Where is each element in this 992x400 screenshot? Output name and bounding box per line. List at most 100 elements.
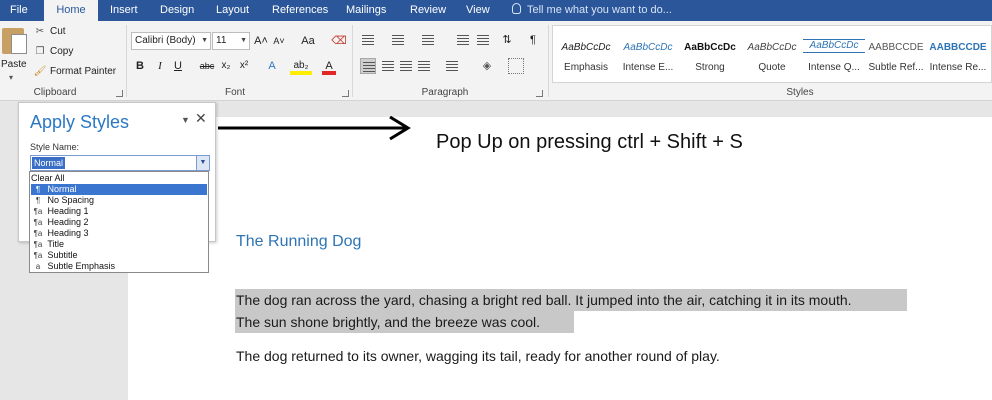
tab-design[interactable]: Design xyxy=(160,0,194,21)
dropdown-item-clear-all[interactable]: Clear All xyxy=(31,173,207,184)
copy-icon: ❐ xyxy=(35,46,45,57)
numbering-icon[interactable] xyxy=(390,32,406,48)
pane-title: Apply Styles xyxy=(30,112,130,132)
italic-button[interactable]: I xyxy=(153,57,167,75)
chevron-down-icon[interactable]: ▼ xyxy=(181,115,190,125)
close-icon[interactable]: ✕ xyxy=(195,110,207,127)
style-item-intense-quote[interactable]: AaBbCcDc Intense Q... xyxy=(803,28,865,82)
style-preview: AaBbCcDc xyxy=(803,39,865,53)
style-item-subtle-reference[interactable]: AABBCCDE Subtle Ref... xyxy=(865,28,927,82)
dropdown-item-heading-1[interactable]: ¶a Heading 1 xyxy=(31,206,207,217)
justify-icon[interactable] xyxy=(416,58,432,74)
style-name: Subtle Ref... xyxy=(868,62,924,73)
dropdown-item-label: Subtitle xyxy=(47,250,78,260)
chevron-down-icon: ▼ xyxy=(240,37,247,44)
dropdown-item-label: Heading 3 xyxy=(47,228,89,238)
dropdown-item-label: Heading 1 xyxy=(47,206,89,216)
tab-insert[interactable]: Insert xyxy=(110,0,138,21)
style-item-intense-emphasis[interactable]: AaBbCcDc Intense E... xyxy=(617,28,679,82)
strikethrough-button[interactable]: abc xyxy=(198,57,216,75)
shrink-font-button[interactable]: A˅ xyxy=(272,32,286,50)
subscript-button[interactable]: x₂ xyxy=(219,57,233,75)
show-marks-button[interactable]: ¶ xyxy=(526,31,540,49)
linked-style-icon: ¶a xyxy=(33,251,43,260)
divider xyxy=(352,25,353,97)
tab-references[interactable]: References xyxy=(272,0,328,21)
font-name-combo[interactable]: Calibri (Body) ▼ xyxy=(131,32,211,50)
font-size-value: 11 xyxy=(216,35,227,46)
text-effects-button[interactable]: A xyxy=(265,57,279,75)
style-item-strong[interactable]: AaBbCcDc Strong xyxy=(679,28,741,82)
paragraph-launcher-icon[interactable] xyxy=(536,90,543,97)
font-launcher-icon[interactable] xyxy=(342,90,349,97)
lightbulb-icon xyxy=(512,3,521,14)
sort-icon[interactable]: ⇅ xyxy=(500,31,514,49)
borders-icon[interactable] xyxy=(508,58,524,74)
superscript-button[interactable]: x² xyxy=(237,57,251,75)
grow-font-button[interactable]: A˄ xyxy=(254,32,268,50)
style-name: Emphasis xyxy=(564,62,608,73)
styles-group-label: Styles xyxy=(786,87,814,98)
style-name: Strong xyxy=(695,62,725,73)
tell-me-search[interactable]: Tell me what you want to do... xyxy=(512,0,672,21)
tab-view[interactable]: View xyxy=(466,0,490,21)
align-right-icon[interactable] xyxy=(398,58,414,74)
divider xyxy=(548,25,549,97)
underline-button[interactable]: U xyxy=(171,57,185,75)
style-item-quote[interactable]: AaBbCcDc Quote xyxy=(741,28,803,82)
dropdown-item-subtle-emphasis[interactable]: a Subtle Emphasis xyxy=(31,261,207,272)
paragraph-line: The sun shone brightly, and the breeze w… xyxy=(236,314,541,330)
style-name-input[interactable]: Normal ▼ xyxy=(30,155,210,171)
style-preview: AaBbCcDc xyxy=(747,42,797,53)
tab-mailings[interactable]: Mailings xyxy=(346,0,386,21)
clear-formatting-icon[interactable]: ⌫ xyxy=(330,32,348,50)
decrease-indent-icon[interactable] xyxy=(455,32,471,48)
font-group-label: Font xyxy=(224,87,245,98)
chevron-down-icon: ▼ xyxy=(201,37,208,44)
font-size-combo[interactable]: 11 ▼ xyxy=(212,32,250,50)
format-painter-button[interactable]: 🖌 Format Painter xyxy=(33,64,117,80)
dropdown-item-subtitle[interactable]: ¶a Subtitle xyxy=(31,250,207,261)
dropdown-item-heading-3[interactable]: ¶a Heading 3 xyxy=(31,228,207,239)
paste-button[interactable]: Paste ▾ xyxy=(0,23,27,83)
tab-file[interactable]: File xyxy=(10,0,28,21)
dropdown-item-no-spacing[interactable]: ¶ No Spacing xyxy=(31,195,207,206)
bold-button[interactable]: B xyxy=(133,57,147,75)
dropdown-item-label: Clear All xyxy=(31,173,65,183)
shading-icon[interactable]: ◈ xyxy=(478,57,496,75)
copy-button[interactable]: ❐ Copy xyxy=(33,44,74,60)
dropdown-item-label: No Spacing xyxy=(47,195,95,205)
paragraph-line: The dog ran across the yard, chasing a b… xyxy=(236,292,852,308)
paintbrush-icon: 🖌 xyxy=(33,66,47,77)
scissors-icon: ✂ xyxy=(35,26,45,37)
chevron-down-icon[interactable]: ▼ xyxy=(196,156,209,170)
paragraph-icon: ¶ xyxy=(35,196,41,205)
style-item-intense-reference[interactable]: AABBCCDE Intense Re... xyxy=(927,28,989,82)
cut-button[interactable]: ✂ Cut xyxy=(33,24,66,40)
style-preview: AaBbCcDc xyxy=(623,42,673,53)
style-dropdown-list: Clear All ¶ Normal ¶ No Spacing ¶a Headi… xyxy=(29,171,209,273)
paste-label: Paste xyxy=(1,59,27,70)
copy-label: Copy xyxy=(50,46,74,57)
dropdown-item-normal[interactable]: ¶ Normal xyxy=(31,184,207,195)
align-left-icon[interactable] xyxy=(360,58,376,74)
tab-layout[interactable]: Layout xyxy=(216,0,249,21)
dropdown-item-heading-2[interactable]: ¶a Heading 2 xyxy=(31,217,207,228)
change-case-button[interactable]: Aa xyxy=(296,32,320,50)
style-item-emphasis[interactable]: AaBbCcDc Emphasis xyxy=(555,28,617,82)
multilevel-list-icon[interactable] xyxy=(420,32,436,48)
dropdown-item-title[interactable]: ¶a Title xyxy=(31,239,207,250)
bullets-icon[interactable] xyxy=(360,32,376,48)
increase-indent-icon[interactable] xyxy=(475,32,491,48)
annotation-text: Pop Up on pressing ctrl + Shift + S xyxy=(436,131,743,153)
tab-review[interactable]: Review xyxy=(410,0,446,21)
font-color-button[interactable]: A xyxy=(322,57,336,75)
tab-home[interactable]: Home xyxy=(44,0,98,21)
line-spacing-icon[interactable] xyxy=(444,58,460,74)
dropdown-item-label: Title xyxy=(47,239,65,249)
align-center-icon[interactable] xyxy=(380,58,396,74)
clipboard-launcher-icon[interactable] xyxy=(116,90,123,97)
style-name: Quote xyxy=(758,62,786,73)
highlight-button[interactable]: ab₂ xyxy=(290,57,312,75)
character-style-icon: a xyxy=(35,262,41,271)
